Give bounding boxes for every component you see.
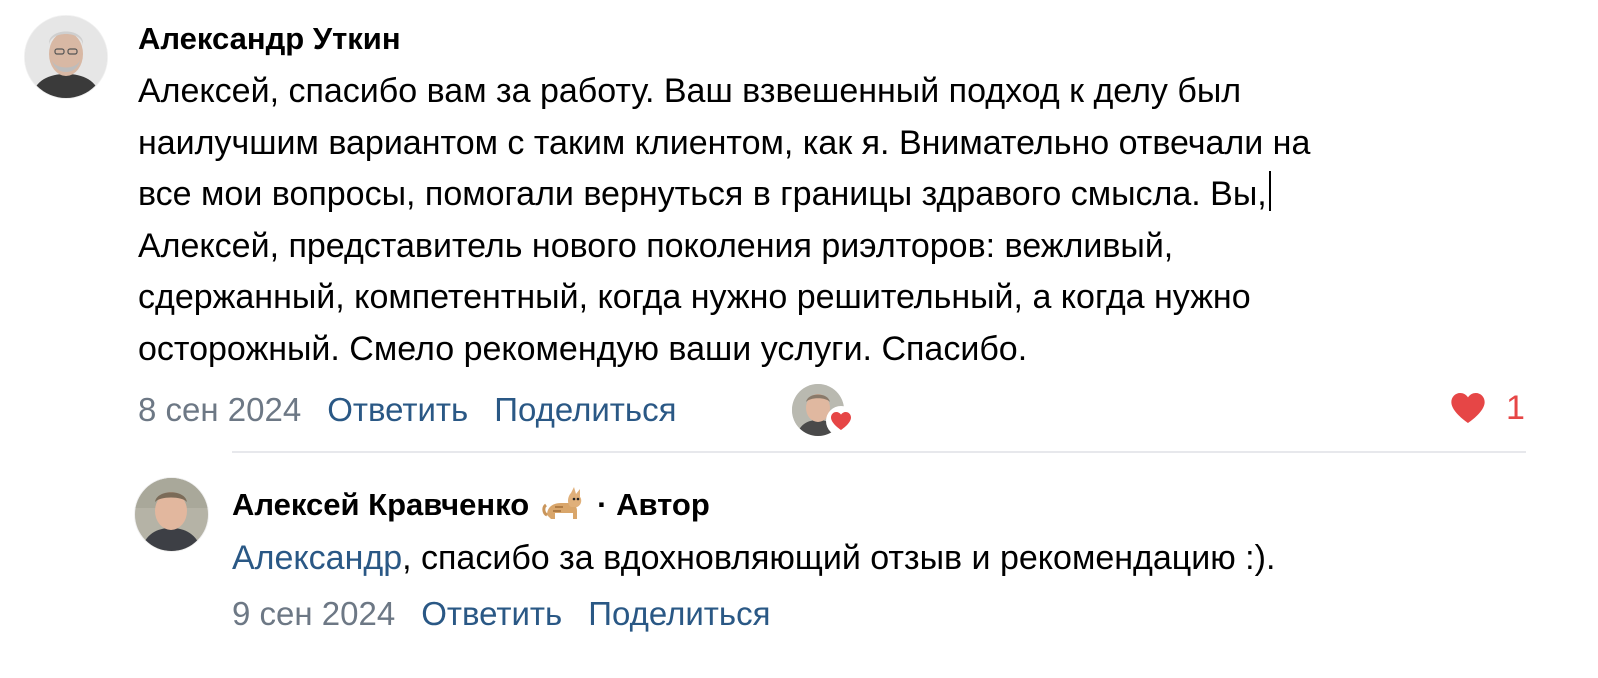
author-badge: · Автор (597, 487, 710, 522)
comment-meta: 9 сен 2024 Ответить Поделиться (232, 594, 796, 634)
divider (232, 451, 1526, 453)
comment-date[interactable]: 8 сен 2024 (138, 390, 301, 430)
cat-emoji-icon (541, 485, 585, 525)
comment-text: Алексей, спасибо вам за работу. Ваш взве… (138, 66, 1538, 375)
comment-text-line: Алексей, спасибо вам за работу. Ваш взве… (138, 72, 1242, 110)
like-button[interactable]: 1 (1446, 388, 1525, 428)
reply-author-line: Алексей Кравченко · Автор (232, 485, 710, 525)
comment-text: Александр, спасибо за вдохновляющий отзы… (232, 533, 1532, 585)
comment-text-line: наилучшим вариантом с таким клиентом, ка… (138, 123, 1311, 162)
mention-link[interactable]: Александр (232, 539, 402, 577)
avatar-photo-icon (135, 478, 208, 551)
avatar[interactable] (135, 478, 208, 551)
comment-text-line: осторожный. Смело рекомендую ваши услуги… (138, 329, 1028, 368)
share-button[interactable]: Поделиться (588, 594, 770, 634)
comment-date[interactable]: 9 сен 2024 (232, 594, 395, 634)
comment-text-line-content: все мои вопросы, помогали вернуться в гр… (138, 175, 1267, 213)
comment-text-line: все мои вопросы, помогали вернуться в гр… (138, 169, 1538, 221)
comment-author[interactable]: Алексей Кравченко (232, 485, 529, 525)
comment: Александр Уткин Алексей, спасибо вам за … (0, 0, 1598, 455)
comment-author[interactable]: Александр Уткин (138, 19, 401, 59)
avatar-photo-icon (25, 16, 107, 98)
heart-icon (1451, 393, 1485, 423)
text-cursor (1268, 171, 1271, 211)
reply-button[interactable]: Ответить (327, 390, 468, 430)
heart-badge-icon (826, 406, 856, 436)
comment-text-content: , спасибо за вдохновляющий отзыв и реком… (402, 539, 1276, 577)
comment-text-line: сдержанный, компетентный, когда нужно ре… (138, 278, 1251, 316)
comment-text-line: Алексей, представитель нового поколения … (138, 226, 1174, 265)
avatar[interactable] (25, 16, 107, 98)
liked-by-preview[interactable] (792, 384, 862, 440)
like-count: 1 (1506, 389, 1525, 427)
reply-button[interactable]: Ответить (421, 594, 562, 634)
comment-meta: 8 сен 2024 Ответить Поделиться (138, 390, 702, 430)
share-button[interactable]: Поделиться (494, 390, 676, 430)
